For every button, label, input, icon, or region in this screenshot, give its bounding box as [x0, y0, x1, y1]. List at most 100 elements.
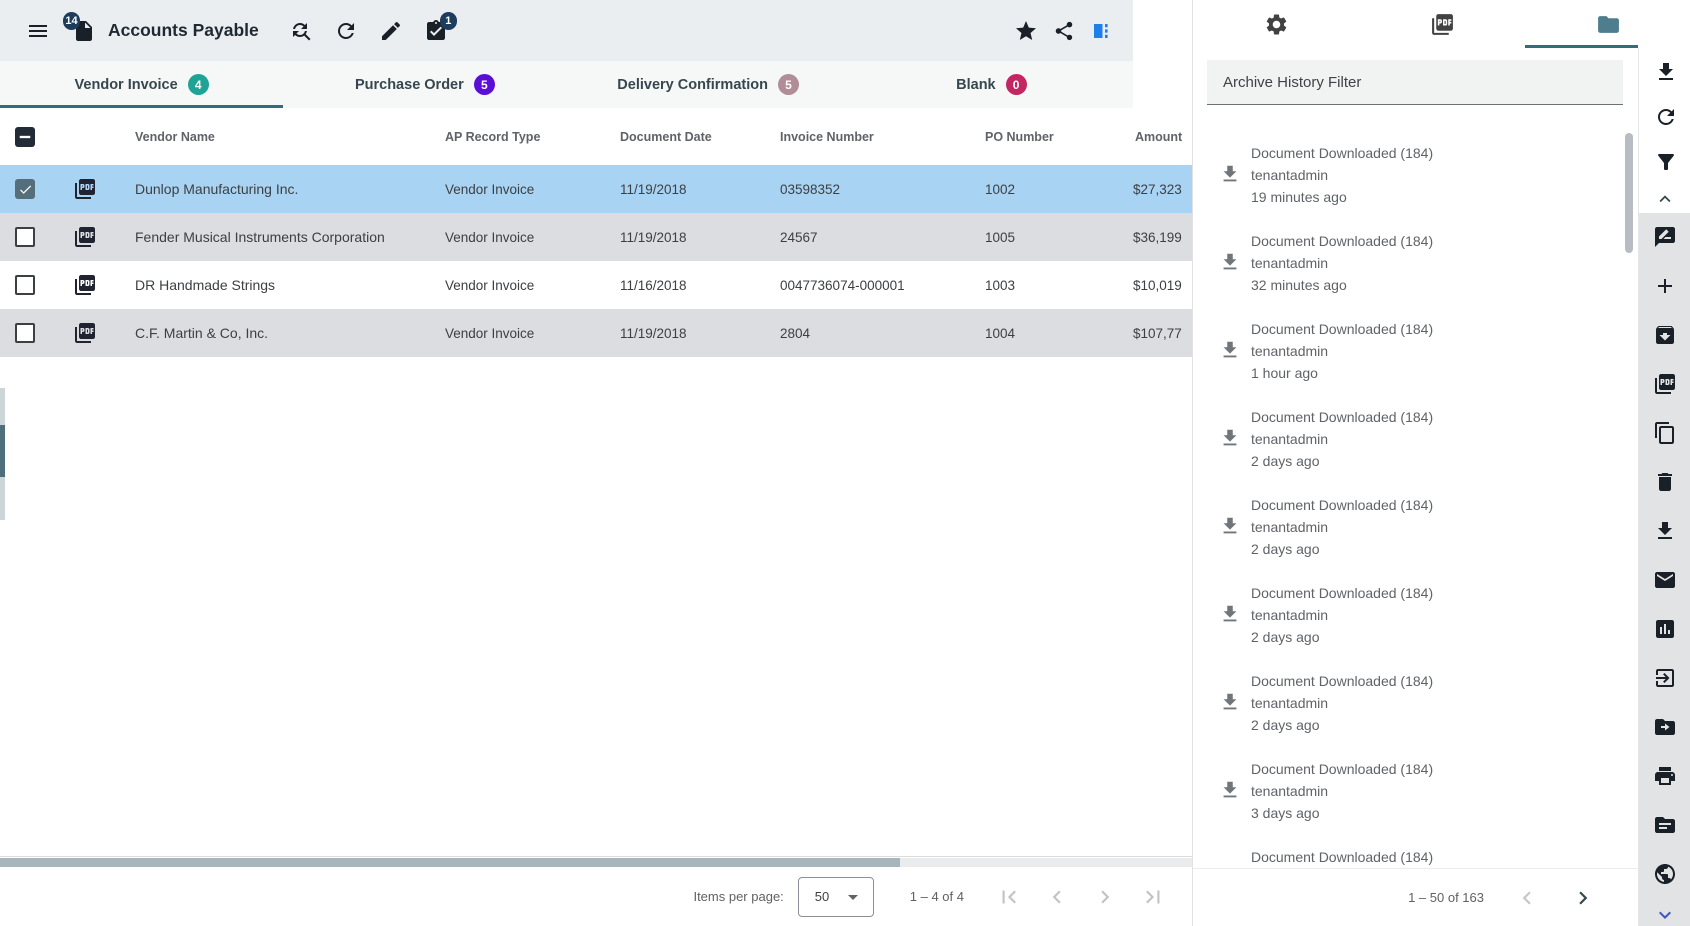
row-checkbox[interactable] [15, 275, 35, 295]
cell-ap-record-type: Vendor Invoice [430, 182, 605, 197]
page-size-select[interactable]: 50 [798, 877, 874, 917]
refresh-icon[interactable] [1654, 105, 1678, 129]
edit-icon[interactable] [379, 19, 403, 43]
tab-count-badge: 5 [474, 74, 495, 95]
table-row[interactable]: Dunlop Manufacturing Inc.Vendor Invoice1… [0, 165, 1192, 213]
history-entry-user: tenantadmin [1251, 780, 1633, 802]
move-to-folder-icon[interactable] [1653, 715, 1677, 739]
column-header-ap-record-type[interactable]: AP Record Type [430, 130, 605, 144]
history-entry[interactable]: Document Downloaded (184)tenantadmin2 da… [1193, 400, 1633, 488]
archive-history-filter-input[interactable]: Archive History Filter [1207, 60, 1623, 105]
history-entry-title: Document Downloaded (184) [1251, 406, 1633, 428]
tasks-icon[interactable]: 1 [424, 19, 448, 43]
rate-review-icon[interactable] [1653, 225, 1677, 249]
table-row[interactable]: DR Handmade StringsVendor Invoice11/16/2… [0, 261, 1192, 309]
column-header-po-number[interactable]: PO Number [970, 130, 1120, 144]
pdf-document-icon[interactable] [73, 177, 97, 201]
history-entry-user: tenantadmin [1251, 164, 1633, 186]
row-checkbox[interactable] [15, 227, 35, 247]
download-icon [1219, 427, 1241, 449]
email-icon[interactable] [1653, 568, 1677, 592]
history-entry[interactable]: Document Downloaded (184) [1193, 840, 1633, 868]
delete-icon[interactable] [1653, 470, 1677, 494]
assessment-icon[interactable] [1653, 617, 1677, 641]
history-scrollbar-thumb[interactable] [1625, 133, 1633, 253]
history-entry[interactable]: Document Downloaded (184)tenantadmin2 da… [1193, 488, 1633, 576]
history-entry[interactable]: Document Downloaded (184)tenantadmin19 m… [1193, 136, 1633, 224]
tab-vendor-invoice[interactable]: Vendor Invoice 4 [0, 61, 283, 108]
history-entry-user: tenantadmin [1251, 516, 1633, 538]
copy-icon[interactable] [1653, 421, 1677, 445]
history-previous-page-button[interactable] [1514, 885, 1540, 911]
tab-blank[interactable]: Blank 0 [850, 61, 1133, 108]
history-entry-time: 2 days ago [1251, 714, 1633, 736]
horizontal-scrollbar[interactable] [0, 858, 1192, 867]
history-entry[interactable]: Document Downloaded (184)tenantadmin3 da… [1193, 752, 1633, 840]
table-row[interactable]: C.F. Martin & Co, Inc.Vendor Invoice11/1… [0, 309, 1192, 357]
split-view-icon[interactable] [1091, 19, 1115, 43]
pdf-icon[interactable] [1653, 372, 1677, 396]
filter-icon[interactable] [1654, 150, 1678, 174]
favorite-star-icon[interactable] [1014, 19, 1038, 43]
documents-icon[interactable]: 14 [72, 19, 96, 43]
find-replace-icon[interactable] [289, 19, 313, 43]
items-per-page-label: Items per page: [693, 889, 783, 904]
cell-vendor-name: C.F. Martin & Co, Inc. [120, 325, 430, 341]
refresh-icon[interactable] [334, 19, 358, 43]
history-next-page-button[interactable] [1570, 885, 1596, 911]
panel-tab-archive[interactable] [1525, 0, 1690, 48]
download-filled-icon[interactable] [1653, 519, 1677, 543]
page-title: Accounts Payable [108, 20, 259, 41]
left-vertical-scrollbar[interactable] [0, 388, 5, 520]
history-entry-title: Document Downloaded (184) [1251, 582, 1633, 604]
column-header-vendor-name[interactable]: Vendor Name [120, 130, 430, 144]
horizontal-scrollbar-thumb[interactable] [0, 858, 900, 867]
menu-icon[interactable] [26, 19, 50, 43]
tab-count-badge: 4 [188, 74, 209, 95]
exit-to-app-icon[interactable] [1653, 666, 1677, 690]
history-entry[interactable]: Document Downloaded (184)tenantadmin32 m… [1193, 224, 1633, 312]
share-icon[interactable] [1053, 20, 1075, 42]
download-icon [1219, 163, 1241, 185]
previous-page-button[interactable] [1044, 884, 1070, 910]
left-scrollbar-thumb[interactable] [0, 425, 5, 477]
first-page-button[interactable] [996, 884, 1022, 910]
history-entry[interactable]: Document Downloaded (184)tenantadmin2 da… [1193, 576, 1633, 664]
add-icon[interactable] [1653, 274, 1677, 298]
panel-tab-pdf[interactable] [1359, 0, 1525, 48]
download-icon [1219, 339, 1241, 361]
pdf-document-icon[interactable] [73, 321, 97, 345]
collapse-up-icon[interactable] [1654, 188, 1676, 210]
column-header-amount[interactable]: Amount [1120, 130, 1192, 144]
expand-down-icon[interactable] [1653, 903, 1677, 926]
column-header-document-date[interactable]: Document Date [605, 130, 765, 144]
cell-invoice-number: 24567 [765, 230, 970, 245]
cell-document-date: 11/19/2018 [605, 182, 765, 197]
globe-icon[interactable] [1653, 862, 1677, 886]
history-entry[interactable]: Document Downloaded (184)tenantadmin2 da… [1193, 664, 1633, 752]
archive-icon[interactable] [1653, 323, 1677, 347]
pdf-document-icon[interactable] [73, 225, 97, 249]
row-checkbox-checked[interactable] [15, 179, 35, 199]
panel-tabs [1193, 0, 1690, 48]
cell-document-date: 11/16/2018 [605, 278, 765, 293]
table-row[interactable]: Fender Musical Instruments CorporationVe… [0, 213, 1192, 261]
cell-po-number: 1005 [970, 230, 1120, 245]
last-page-button[interactable] [1140, 884, 1166, 910]
download-icon[interactable] [1654, 60, 1678, 84]
next-page-button[interactable] [1092, 884, 1118, 910]
tab-label: Delivery Confirmation [617, 77, 768, 93]
tab-delivery-confirmation[interactable]: Delivery Confirmation 5 [567, 61, 850, 108]
column-header-invoice-number[interactable]: Invoice Number [765, 130, 970, 144]
panel-tab-settings[interactable] [1193, 0, 1359, 48]
folder-lines-icon[interactable] [1653, 813, 1677, 837]
history-entry-user: tenantadmin [1251, 428, 1633, 450]
tab-purchase-order[interactable]: Purchase Order 5 [283, 61, 566, 108]
select-all-checkbox[interactable] [15, 127, 35, 147]
history-entry-time: 2 days ago [1251, 450, 1633, 472]
pdf-document-icon[interactable] [73, 273, 97, 297]
print-icon[interactable] [1653, 764, 1677, 788]
row-checkbox[interactable] [15, 323, 35, 343]
chevron-down-icon [841, 885, 865, 909]
history-entry[interactable]: Document Downloaded (184)tenantadmin1 ho… [1193, 312, 1633, 400]
